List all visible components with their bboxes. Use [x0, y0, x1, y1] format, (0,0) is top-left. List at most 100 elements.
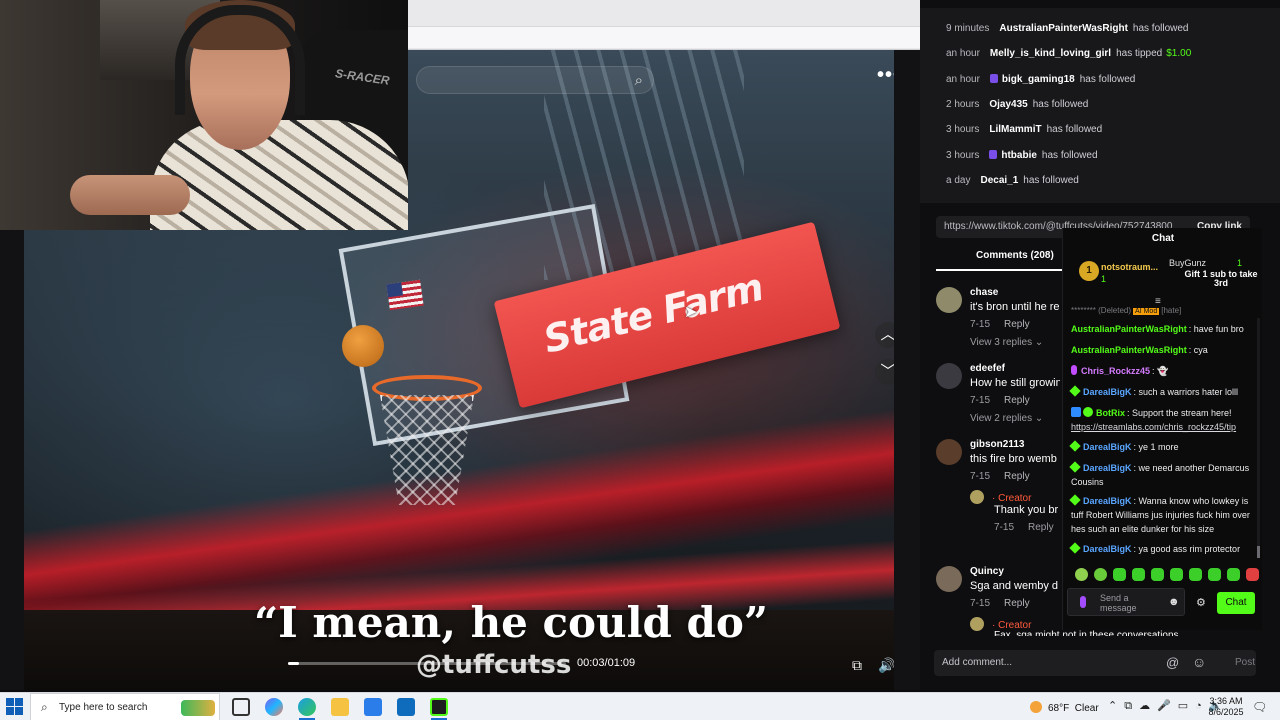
chat-message: AustralianPainterWasRight: cya: [1071, 343, 1255, 357]
search-icon: ⌕: [634, 72, 643, 89]
reply-button[interactable]: Reply: [1004, 395, 1030, 406]
weather-icon: [1030, 701, 1042, 713]
video-caption: “I mean, he could do”: [254, 598, 769, 647]
video-search-bar[interactable]: ⌕: [416, 66, 654, 94]
chat-username[interactable]: DarealBigK: [1083, 442, 1132, 452]
emote-icon[interactable]: [1208, 568, 1221, 581]
view-replies-button[interactable]: View 3 replies ⌄: [970, 337, 1043, 348]
video-time: 00:03/01:09: [577, 657, 636, 669]
event-user[interactable]: LilMammiT: [989, 124, 1041, 135]
emote-icon[interactable]: [1227, 568, 1240, 581]
activity-event: 2 hours Ojay435 has followed: [946, 99, 1088, 119]
chat-username[interactable]: DarealBigK: [1083, 463, 1132, 473]
avatar[interactable]: [970, 617, 984, 631]
activity-event: 3 hours htbabie has followed: [946, 149, 1098, 170]
creator-reply-header: · Creator: [970, 490, 1031, 504]
post-button[interactable]: Post: [1235, 657, 1255, 668]
emote-icon[interactable]: [1189, 568, 1202, 581]
avatar[interactable]: [936, 439, 962, 465]
view-replies-button[interactable]: View 2 replies ⌄: [970, 413, 1043, 424]
event-user[interactable]: Decai_1: [980, 175, 1018, 186]
reply-button[interactable]: Reply: [1004, 319, 1030, 330]
chat-text: : 👻: [1152, 366, 1169, 376]
pinned-right-user[interactable]: BuyGunz: [1169, 258, 1206, 268]
reply-button[interactable]: Reply: [1028, 522, 1054, 533]
tab-comments[interactable]: Comments (208): [976, 250, 1054, 261]
chat-username[interactable]: AustralianPainterWasRight: [1071, 324, 1187, 334]
creator-reply-text: Fax, sga might not in these conversation…: [994, 630, 1179, 636]
emote-icon[interactable]: [1170, 568, 1183, 581]
taskbar-clock[interactable]: 3:36 AM 8/6/2025: [1206, 696, 1246, 718]
file-explorer-icon[interactable]: [331, 698, 349, 716]
event-user[interactable]: bigk_gaming18: [1002, 74, 1075, 85]
chat-username[interactable]: BotRix: [1096, 408, 1125, 418]
avatar[interactable]: [936, 287, 962, 313]
comment-user[interactable]: edeefef: [970, 363, 1005, 374]
video-progress-bar[interactable]: [288, 662, 566, 665]
edge-browser-icon[interactable]: [298, 698, 316, 716]
task-view-icon[interactable]: [232, 698, 250, 716]
emoji-icon[interactable]: ☻: [1168, 596, 1180, 608]
picture-in-picture-icon[interactable]: ⧉: [846, 654, 868, 676]
chat-text: : Support the stream here!: [1127, 408, 1232, 418]
event-user[interactable]: htbabie: [1001, 150, 1037, 161]
comment-user[interactable]: chase: [970, 287, 998, 298]
chat-username[interactable]: AustralianPainterWasRight: [1071, 345, 1187, 355]
event-user[interactable]: Melly_is_kind_loving_girl: [990, 48, 1111, 59]
webcam-overlay: S-RACER: [0, 0, 408, 230]
add-comment-field[interactable]: Add comment... @ ☺: [934, 650, 1256, 676]
weather-widget[interactable]: 68°F Clear: [1030, 701, 1099, 714]
pinned-leaderboard: 1 notsotraum... 1 BuyGunz 1 Gift 1 sub t…: [1069, 256, 1259, 296]
mention-icon[interactable]: @: [1166, 655, 1179, 670]
taskbar-search[interactable]: ⌕ Type here to search: [30, 693, 220, 720]
previous-video-button[interactable]: ︿: [875, 322, 894, 348]
comment-user[interactable]: gibson2113: [970, 439, 1024, 450]
event-action: has followed: [1079, 73, 1136, 85]
emote-icon[interactable]: [1151, 568, 1164, 581]
notification-icon[interactable]: 🗨: [1252, 700, 1267, 714]
pinned-left-user[interactable]: notsotraum...: [1101, 262, 1158, 272]
creator-reply-meta: 7-15 Reply: [994, 522, 1054, 533]
gear-icon[interactable]: ⚙: [1196, 596, 1206, 609]
chat-username[interactable]: DarealBigK: [1083, 387, 1132, 397]
reply-button[interactable]: Reply: [1004, 471, 1030, 482]
more-dots-icon[interactable]: •••: [877, 64, 894, 87]
streamer-arm: [70, 175, 190, 215]
emote-icon[interactable]: [1113, 568, 1126, 581]
chat-username[interactable]: Chris_Rockzz45: [1081, 366, 1150, 376]
windows-start-icon[interactable]: [6, 698, 24, 716]
tip-link[interactable]: https://streamlabs.com/chris_rockzz45/ti…: [1071, 422, 1236, 432]
store-icon[interactable]: [364, 698, 382, 716]
volume-icon[interactable]: 🔊: [876, 654, 894, 676]
reply-button[interactable]: Reply: [1004, 598, 1030, 609]
copilot-icon[interactable]: [265, 698, 283, 716]
headset: [175, 5, 305, 115]
chat-username[interactable]: DarealBigK: [1083, 496, 1132, 506]
chat-scroll-thumb[interactable]: [1257, 546, 1260, 558]
emote-icon[interactable]: [1075, 568, 1088, 581]
outlook-icon[interactable]: [397, 698, 415, 716]
avatar[interactable]: [936, 363, 962, 389]
kick-app-icon[interactable]: [430, 698, 448, 716]
emote-icon[interactable]: [1094, 568, 1107, 581]
chat-scrollbar[interactable]: [1257, 318, 1260, 558]
microphone-icon[interactable]: [1080, 596, 1086, 608]
avatar[interactable]: [936, 566, 962, 592]
comment-user[interactable]: Quincy: [970, 566, 1004, 577]
chat-username[interactable]: DarealBigK: [1083, 544, 1132, 554]
comment-meta: 7-15 Reply: [970, 395, 1030, 406]
event-user[interactable]: AustralianPainterWasRight: [999, 23, 1128, 34]
send-chat-button[interactable]: Chat: [1217, 592, 1255, 614]
avatar[interactable]: [970, 490, 984, 504]
gift-sub-prompt[interactable]: Gift 1 sub to take 3rd: [1181, 270, 1261, 288]
emote-icon[interactable]: [1246, 568, 1259, 581]
event-action: has tipped: [1116, 48, 1163, 60]
event-action: has followed: [1032, 98, 1089, 110]
creator-reply-header: · Creator: [970, 617, 1031, 631]
activity-event: an hour bigk_gaming18 has followed: [946, 73, 1136, 94]
emoji-icon[interactable]: ☺: [1192, 654, 1206, 670]
chat-input[interactable]: Send a message ☻: [1067, 588, 1185, 616]
emote-icon[interactable]: [1132, 568, 1145, 581]
next-video-button[interactable]: ﹀: [875, 359, 894, 385]
event-user[interactable]: Ojay435: [989, 99, 1027, 110]
